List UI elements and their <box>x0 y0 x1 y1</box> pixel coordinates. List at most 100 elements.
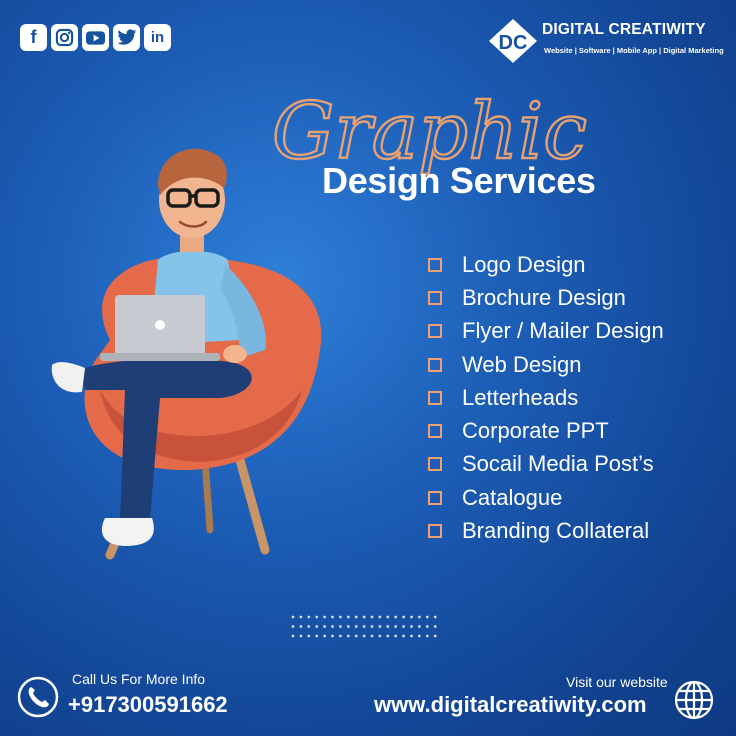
decorative-dots <box>291 615 437 638</box>
service-label: Corporate PPT <box>462 418 609 444</box>
dot <box>307 634 311 638</box>
facebook-icon[interactable]: f <box>20 24 47 51</box>
dot <box>386 634 390 638</box>
dot <box>370 615 374 619</box>
dot <box>339 634 342 638</box>
dot <box>418 615 421 619</box>
brand-tagline: Website | Software | Mobile App | Digita… <box>544 46 724 55</box>
dot <box>418 634 421 638</box>
dot <box>425 625 429 628</box>
dot <box>378 634 382 638</box>
linkedin-glyph: in <box>150 29 165 46</box>
service-label: Catalogue <box>462 484 563 510</box>
dot <box>386 625 390 628</box>
service-label: Letterheads <box>462 384 579 410</box>
linkedin-icon[interactable]: in <box>144 24 171 51</box>
service-label: Brochure Design <box>462 284 626 310</box>
checkbox-icon <box>428 457 442 472</box>
dot <box>418 625 421 628</box>
instagram-icon[interactable] <box>51 24 78 51</box>
dot <box>315 615 319 619</box>
dot <box>402 625 405 628</box>
brand-logo[interactable]: DC DIGITAL CREATIWITY Website | Software… <box>488 14 724 66</box>
dot <box>323 634 326 638</box>
checkbox-icon <box>428 290 442 305</box>
dot <box>354 634 358 638</box>
dot <box>315 625 319 628</box>
list-item: Letterheads <box>428 381 664 414</box>
dot <box>291 615 295 619</box>
phone-icon[interactable] <box>17 676 59 718</box>
dc-logo-icon: DC <box>489 19 537 63</box>
brand-name: DIGITAL CREATIWITY <box>542 21 706 38</box>
list-item: Branding Collateral <box>428 514 664 547</box>
dot <box>346 615 350 619</box>
youtube-glyph <box>85 30 106 45</box>
list-item: Catalogue <box>428 481 664 514</box>
dot <box>291 625 295 628</box>
dot <box>299 615 303 619</box>
facebook-glyph: f <box>30 27 37 47</box>
dot <box>299 625 303 628</box>
visit-label: Visit our website <box>566 674 668 690</box>
dot <box>331 625 334 628</box>
twitter-glyph <box>117 29 136 45</box>
logo-mark-text: DC <box>499 32 528 54</box>
dot <box>433 634 437 638</box>
service-label: Socail Media Post’s <box>462 451 654 477</box>
social-links: f in <box>20 24 171 51</box>
service-label: Flyer / Mailer Design <box>462 318 664 344</box>
dot <box>331 634 334 638</box>
dot <box>370 625 374 628</box>
checkbox-icon <box>428 357 442 372</box>
dot <box>362 634 366 638</box>
dot <box>394 625 398 628</box>
list-item: Web Design <box>428 348 664 381</box>
dot <box>331 615 334 619</box>
dot <box>307 625 311 628</box>
twitter-icon[interactable] <box>113 24 140 51</box>
dot <box>378 615 382 619</box>
service-label: Web Design <box>462 351 582 377</box>
checkbox-icon <box>428 257 442 272</box>
list-item: Logo Design <box>428 248 664 281</box>
dot <box>346 634 350 638</box>
list-item: Brochure Design <box>428 281 664 314</box>
design-services-poster: f in DC DIGITAL CREATIWITY Website | Sof… <box>0 0 736 736</box>
phone-number[interactable]: +917300591662 <box>68 692 228 718</box>
services-list: Logo Design Brochure Design Flyer / Mail… <box>428 248 664 548</box>
dot <box>299 634 303 638</box>
dot <box>410 615 413 619</box>
service-label: Branding Collateral <box>462 518 650 544</box>
list-item: Corporate PPT <box>428 414 664 447</box>
dot <box>291 634 295 638</box>
dot <box>402 634 405 638</box>
dot <box>378 625 382 628</box>
dot <box>339 615 342 619</box>
dot <box>425 615 429 619</box>
service-label: Logo Design <box>462 251 586 277</box>
dot <box>402 615 405 619</box>
checkbox-icon <box>428 424 442 439</box>
dot <box>394 615 398 619</box>
checkbox-icon <box>428 324 442 339</box>
dot <box>323 625 326 628</box>
dot <box>410 634 413 638</box>
globe-icon[interactable] <box>673 679 715 721</box>
dot <box>362 625 366 628</box>
dot <box>323 615 326 619</box>
dot <box>370 634 374 638</box>
list-item: Flyer / Mailer Design <box>428 315 664 348</box>
dot <box>433 615 437 619</box>
checkbox-icon <box>428 390 442 405</box>
dot <box>354 625 358 628</box>
dot <box>307 615 311 619</box>
dot <box>410 625 413 628</box>
dot <box>362 615 366 619</box>
dot <box>433 625 437 628</box>
checkbox-icon <box>428 524 442 539</box>
dot <box>315 634 319 638</box>
website-link[interactable]: www.digitalcreatiwity.com <box>374 692 647 718</box>
checkbox-icon <box>428 490 442 505</box>
youtube-icon[interactable] <box>82 24 109 51</box>
